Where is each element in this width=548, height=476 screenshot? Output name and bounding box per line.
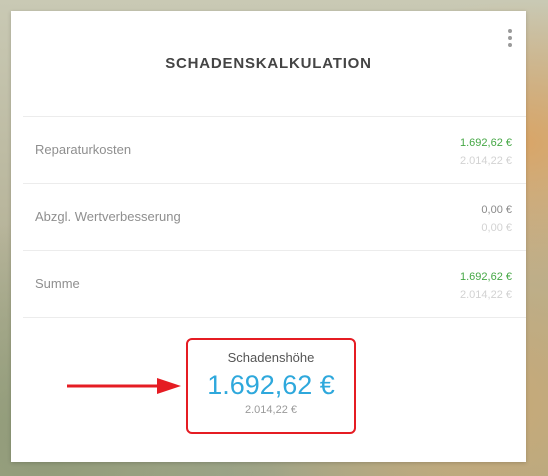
row-values: 1.692,62 € 2.014,22 € (460, 268, 512, 304)
row-label: Summe (35, 276, 80, 291)
row-label: Abzgl. Wertverbesserung (35, 209, 181, 224)
row-value-secondary: 2.014,22 € (460, 289, 512, 301)
row-wertverbesserung: Abzgl. Wertverbesserung 0,00 € 0,00 € (23, 184, 526, 251)
row-label: Reparaturkosten (35, 142, 132, 157)
calculation-rows: Reparaturkosten 1.692,62 € 2.014,22 € Ab… (23, 116, 526, 318)
damage-value-secondary: 2.014,22 € (245, 404, 297, 416)
row-value-secondary: 2.014,22 € (460, 155, 512, 167)
red-arrow-icon (67, 378, 181, 394)
menu-dot (508, 29, 512, 33)
damage-value: 1.692,62 € (207, 370, 335, 400)
menu-dot (508, 43, 512, 47)
row-value: 0,00 € (481, 204, 512, 216)
card-title: SCHADENSKALKULATION (165, 55, 372, 72)
row-reparaturkosten: Reparaturkosten 1.692,62 € 2.014,22 € (23, 117, 526, 184)
damage-calculation-card: SCHADENSKALKULATION Reparaturkosten 1.69… (11, 11, 526, 462)
damage-label: Schadenshöhe (227, 350, 315, 365)
damage-amount-highlight: Schadenshöhe 1.692,62 € 2.014,22 € (186, 338, 356, 434)
row-values: 0,00 € 0,00 € (481, 201, 512, 237)
row-value: 1.692,62 € (460, 137, 512, 149)
menu-dot (508, 36, 512, 40)
row-summe: Summe 1.692,62 € 2.014,22 € (23, 251, 526, 318)
more-vertical-icon[interactable] (506, 29, 514, 47)
row-values: 1.692,62 € 2.014,22 € (460, 134, 512, 170)
row-value: 1.692,62 € (460, 271, 512, 283)
row-value-secondary: 0,00 € (481, 222, 512, 234)
